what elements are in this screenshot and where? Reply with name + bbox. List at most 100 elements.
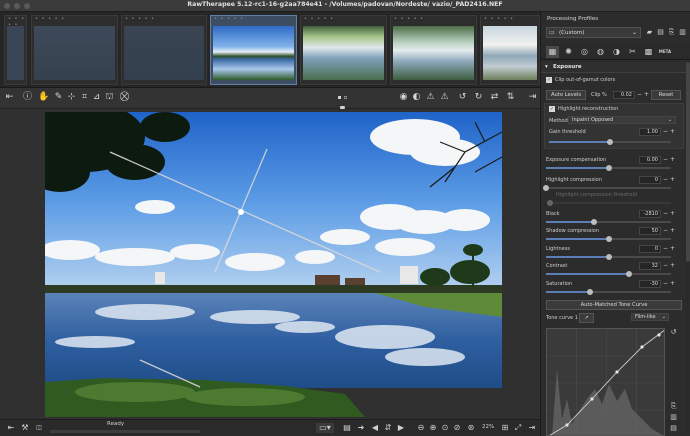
stepper-plus-icon[interactable]: + xyxy=(670,245,675,253)
stepper-minus-icon[interactable]: − xyxy=(637,91,642,99)
tab-exposure[interactable]: ✺ xyxy=(562,46,575,58)
info-icon[interactable]: ⓘ xyxy=(22,92,33,103)
tab-raw[interactable]: ▩ xyxy=(642,46,655,58)
thumbnail[interactable]: • • • • • xyxy=(4,15,27,85)
stepper-plus-icon[interactable]: + xyxy=(644,91,649,99)
thumbnail-rank[interactable]: • • • • • xyxy=(301,16,386,25)
slider-knob[interactable] xyxy=(586,289,593,295)
preview-photo[interactable] xyxy=(45,112,502,417)
next-arrow-icon[interactable]: ➜ xyxy=(356,423,366,433)
stepper-plus-icon[interactable]: + xyxy=(670,227,675,235)
zoom-fit-crop-icon[interactable]: ⊛ xyxy=(466,423,476,433)
slider-knob[interactable] xyxy=(543,185,549,191)
profile-icon[interactable]: ▤ xyxy=(342,423,352,433)
stepper-plus-icon[interactable]: + xyxy=(670,156,675,164)
highlight-reconstruction-checkbox[interactable]: ✓ xyxy=(549,106,555,112)
stepper-plus-icon[interactable]: + xyxy=(670,280,675,288)
exposure-section-header[interactable]: ▾ Exposure xyxy=(541,62,687,73)
stepper-plus-icon[interactable]: + xyxy=(670,128,675,136)
value-slider[interactable] xyxy=(546,165,671,171)
slider-value-input[interactable]: 0.00 xyxy=(639,156,661,164)
value-slider[interactable] xyxy=(546,219,671,225)
flip-horizontal-icon[interactable]: ⇄ xyxy=(489,92,500,103)
color-picker-icon[interactable]: ✎ xyxy=(53,92,64,103)
slider-knob[interactable] xyxy=(625,271,632,277)
tools-icon[interactable]: ⚒ xyxy=(20,423,30,433)
stepper-plus-icon[interactable]: + xyxy=(670,262,675,270)
stepper-minus-icon[interactable]: − xyxy=(663,156,668,164)
previous-image-icon[interactable]: ◀ xyxy=(370,423,380,433)
thumbnail-rank[interactable]: • • • • • xyxy=(122,16,206,25)
stepper-minus-icon[interactable]: − xyxy=(663,210,668,218)
hide-left-panel-icon[interactable]: ⇤ xyxy=(4,92,15,103)
new-window-icon[interactable]: ⊞ xyxy=(500,423,510,433)
next-image-icon[interactable]: ▶ xyxy=(396,423,406,433)
thumbnail[interactable]: • • • • • xyxy=(390,15,477,85)
auto-matched-tone-curve-button[interactable]: Auto-Matched Tone Curve xyxy=(546,300,682,310)
thumbnail-selected[interactable]: • • • • • xyxy=(210,15,297,85)
load-profile-icon[interactable]: ▰ xyxy=(645,27,654,38)
zoom-fit-icon[interactable]: ⊙ xyxy=(440,423,450,433)
shadows-clipping-icon[interactable]: ◐ xyxy=(411,92,422,103)
save-profile-icon[interactable]: ▤ xyxy=(656,27,665,38)
perspective-icon[interactable]: ⛫ xyxy=(104,92,115,103)
tab-detail[interactable]: ◎ xyxy=(578,46,591,58)
thumbnail-rank[interactable]: • • • • • xyxy=(32,16,117,25)
slider-value-input[interactable]: 32 xyxy=(639,262,661,270)
white-balance-picker-icon[interactable]: ⊹ xyxy=(66,92,77,103)
stepper-minus-icon[interactable]: − xyxy=(663,280,668,288)
value-slider[interactable] xyxy=(543,185,671,191)
curve-edit-icon[interactable]: ↗ xyxy=(579,313,594,323)
stepper-minus-icon[interactable]: − xyxy=(663,262,668,270)
thumbnail-rank[interactable]: • • • • • xyxy=(5,16,26,28)
right-panel-toggle-icon[interactable]: ⇥ xyxy=(527,423,537,433)
slider-value-input[interactable]: 0 xyxy=(639,176,661,184)
clip-oog-checkbox[interactable]: ✓ xyxy=(546,77,552,83)
thumbnail-rank[interactable]: • • • • • xyxy=(391,16,476,25)
slider-knob[interactable] xyxy=(607,139,613,145)
zoom-in-icon[interactable]: ⊕ xyxy=(428,423,438,433)
rotate-left-icon[interactable]: ↺ xyxy=(457,92,468,103)
stepper-minus-icon[interactable]: − xyxy=(663,128,668,136)
tone-curve-editor[interactable] xyxy=(546,328,665,436)
tab-metadata[interactable]: META xyxy=(658,46,672,58)
slider-knob[interactable] xyxy=(605,254,612,260)
zoom-100-icon[interactable]: ⊘ xyxy=(452,423,462,433)
clip-percent-input[interactable]: 0.02 xyxy=(613,91,635,99)
thumbnail[interactable]: • • • • • xyxy=(31,15,118,85)
straighten-icon[interactable]: ⊿ xyxy=(91,92,102,103)
curve-copy-icon[interactable]: ⎘ xyxy=(669,402,678,411)
image-viewer[interactable] xyxy=(0,109,540,419)
crop-icon[interactable]: ⌗ xyxy=(79,92,90,103)
slider-knob[interactable] xyxy=(590,219,597,225)
tone-curve-mode-select[interactable]: Film-like ⌄ xyxy=(631,313,669,321)
auto-levels-button[interactable]: Auto Levels xyxy=(546,90,586,100)
tab-advanced[interactable]: ◑ xyxy=(610,46,623,58)
stepper-minus-icon[interactable]: − xyxy=(663,176,668,184)
value-slider[interactable] xyxy=(546,236,671,242)
panel-scrollbar[interactable] xyxy=(686,62,690,432)
fullscreen-icon[interactable]: ⤢ xyxy=(513,423,523,433)
paste-profile-icon[interactable]: ▥ xyxy=(678,27,687,38)
perspective-lines-icon[interactable]: ⛒ xyxy=(119,92,130,103)
sync-icon[interactable]: ⇵ xyxy=(383,423,393,433)
tab-color[interactable]: ◍ xyxy=(594,46,607,58)
color-management-dropdown[interactable]: ▭▾ xyxy=(316,423,334,433)
hide-right-panel-icon[interactable]: ⇥ xyxy=(527,92,538,103)
stepper-plus-icon[interactable]: + xyxy=(670,210,675,218)
thumbnail-rank[interactable]: • • • • • xyxy=(481,16,539,25)
slider-value-input[interactable]: -2810 xyxy=(639,210,661,218)
profile-select[interactable]: ▭ (Custom) ⌄ xyxy=(546,27,641,38)
tab-favorites[interactable]: ▦ xyxy=(546,46,559,58)
gain-threshold-slider[interactable] xyxy=(549,139,671,145)
stepper-plus-icon[interactable]: + xyxy=(670,176,675,184)
method-select[interactable]: Inpaint Opposed ⌄ xyxy=(568,116,676,124)
slider-value-input[interactable]: -30 xyxy=(639,280,661,288)
snapshot-icon[interactable]: ◫ xyxy=(34,423,44,433)
thumbnail-rank[interactable]: • • • • • xyxy=(211,16,296,25)
preview-background-swatches[interactable]: ▪ ▫ ■ □ ▪ xyxy=(337,92,348,134)
slider-value-input[interactable]: 50 xyxy=(639,227,661,235)
value-slider[interactable] xyxy=(546,289,671,295)
slider-value-input[interactable]: 0 xyxy=(639,245,661,253)
flip-vertical-icon[interactable]: ⇅ xyxy=(505,92,516,103)
